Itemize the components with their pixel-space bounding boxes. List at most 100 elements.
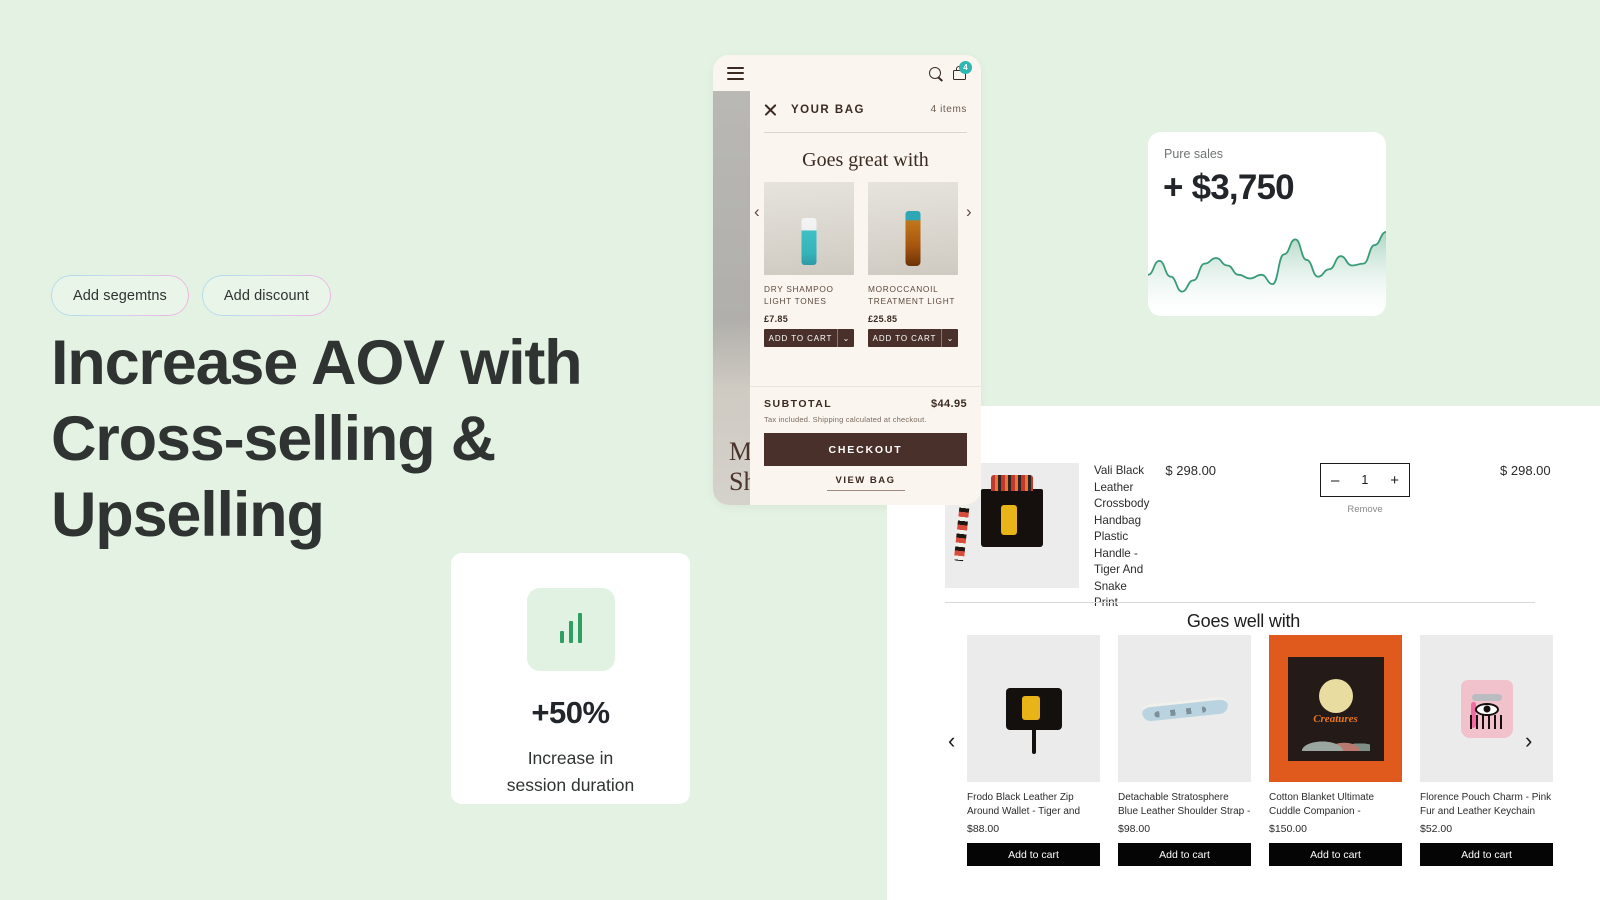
add-to-cart-button[interactable]: Add to cart [967,843,1100,866]
stat-caption-line-1: Increase in [527,748,614,768]
drawer-title: YOUR BAG [791,103,865,116]
product-price: £25.85 [868,314,898,324]
product-title: Florence Pouch Charm - Pink Fur and Leat… [1420,792,1552,817]
pouch-clasp [1471,693,1502,701]
product-title: Cotton Blanket Ultimate Cuddle Companion… [1269,792,1375,817]
product-price: $98.00 [1118,823,1151,835]
stat-caption: Increase in session duration [507,745,634,799]
page-title: Increase AOV with Cross-selling & Upsell… [51,328,583,550]
tax-note: Tax included. Shipping calculated at che… [764,415,927,424]
pure-sales-card: Pure sales + $3,750 [1148,132,1386,316]
moon-graphic [1318,678,1353,713]
subtotal-label: SUBTOTAL [764,398,833,410]
mobile-recommend-card[interactable]: DRY SHAMPOO LIGHT TONES £7.85 ADD TO CAR… [764,182,854,347]
desktop-cart-panel: Vali Black Leather Crossbody Handbag Pla… [887,406,1600,900]
product-image: Creatures [1269,635,1402,782]
quantity-stepper[interactable]: – 1 + [1320,463,1411,497]
cart-count-badge: 4 [959,61,972,74]
moroccanoil-bottle [905,211,921,266]
drawer-footer: SUBTOTAL $44.95 Tax included. Shipping c… [750,386,981,505]
cart-item-unit-price: $ 298.00 [1165,463,1217,478]
mobile-cart-mockup: 4 M Sh YOUR BAG 4 items Goes great with … [713,55,981,505]
search-icon[interactable] [929,66,942,80]
desktop-carousel-prev[interactable]: ‹ [948,730,955,752]
handbag-strap [953,498,971,562]
product-card[interactable]: Creatures Cotton Blanket Ultimate Cuddle… [1269,635,1402,866]
add-to-cart-button[interactable]: Add to cart [1118,843,1251,866]
add-segments-pill[interactable]: Add segemtns [51,275,189,316]
product-card[interactable]: Frodo Black Leather Zip Around Wallet - … [967,635,1100,866]
add-to-cart-button[interactable]: Add to cart [1269,843,1402,866]
pure-sales-area-chart [1148,231,1386,316]
cart-item-title: Vali Black Leather Crossbody Handbag Pla… [1094,464,1150,609]
quantity-increment-button[interactable]: + [1390,473,1399,488]
product-price: $52.00 [1420,823,1453,835]
mobile-carousel-prev[interactable]: ‹ [754,203,760,220]
product-price: £7.85 [764,314,789,324]
subtotal-row: SUBTOTAL $44.95 [764,398,967,410]
product-price: $88.00 [967,823,1000,835]
dry-shampoo-bottle [801,218,817,265]
add-discount-pill-label: Add discount [223,287,309,304]
view-bag-underline [826,490,905,491]
close-icon[interactable] [764,103,777,116]
stat-caption-line-2: session duration [506,775,635,795]
mobile-topbar: 4 [713,55,981,91]
add-segments-pill-label: Add segemtns [73,287,167,304]
cart-item-line-total: $ 298.00 [1500,463,1551,478]
section-divider [945,602,1535,603]
quantity-decrement-button[interactable]: – [1331,473,1339,488]
bar-chart-bar-2 [568,621,573,643]
product-image [967,635,1100,782]
add-to-cart-button[interactable]: ADD TO CART ⌄ [764,329,854,347]
drawer-header: YOUR BAG 4 items [750,91,981,126]
pure-sales-label: Pure sales [1164,147,1224,161]
remove-item-link[interactable]: Remove [1347,504,1382,515]
add-to-cart-button[interactable]: Add to cart [1420,843,1553,866]
handbag-body [981,475,1043,547]
product-title: Detachable Stratosphere Blue Leather Sho… [1118,792,1251,817]
add-discount-pill[interactable]: Add discount [201,275,331,316]
wallet-art [1005,687,1062,730]
product-title: Frodo Black Leather Zip Around Wallet - … [967,792,1081,817]
mobile-cart-drawer: YOUR BAG 4 items Goes great with DRY SHA… [750,91,981,505]
mobile-recommend-heading: Goes great with [802,149,929,171]
blanket-art: Creatures [1287,656,1384,761]
product-card[interactable]: Detachable Stratosphere Blue Leather Sho… [1118,635,1251,866]
checkout-button[interactable]: CHECKOUT [764,433,967,466]
mobile-topbar-actions: 4 [929,61,972,80]
stat-value: +50% [531,695,610,730]
cart-line-item: Vali Black Leather Crossbody Handbag Pla… [945,463,1551,612]
add-to-cart-label: ADD TO CART [768,333,833,343]
mobile-carousel-next[interactable]: › [966,203,972,220]
product-image [1420,635,1553,782]
shopping-bag-icon[interactable]: 4 [953,61,972,80]
drawer-item-count: 4 items [930,104,967,115]
chevron-down-icon[interactable]: ⌄ [837,329,854,347]
forest-graphic [1301,728,1370,751]
quantity-value[interactable]: 1 [1361,473,1368,487]
hamburger-icon[interactable] [727,66,744,80]
bar-chart-bar-1 [559,631,564,643]
product-card[interactable]: Florence Pouch Charm - Pink Fur and Leat… [1420,635,1553,866]
bar-chart-icon [526,588,615,671]
product-name: MOROCCANOIL TREATMENT LIGHT [868,284,956,306]
mobile-recommend-carousel: DRY SHAMPOO LIGHT TONES £7.85 ADD TO CAR… [750,182,981,347]
mobile-recommend-card[interactable]: MOROCCANOIL TREATMENT LIGHT £25.85 ADD T… [868,182,958,347]
add-to-cart-button[interactable]: ADD TO CART ⌄ [868,329,958,347]
desktop-recommend-heading: Goes well with [1186,611,1301,631]
add-to-cart-label: ADD TO CART [872,333,937,343]
product-name: DRY SHAMPOO LIGHT TONES [764,284,834,306]
blanket-text: Creatures [1313,712,1358,725]
desktop-carousel-next[interactable]: › [1525,730,1532,752]
lashes-graphic [1469,714,1504,729]
view-bag-link[interactable]: VIEW BAG [764,475,967,486]
poster-canvas: Add segemtns Add discount Increase AOV w… [0,0,1600,900]
product-price: $150.00 [1269,823,1307,835]
stat-card: +50% Increase in session duration [451,553,690,804]
chevron-down-icon[interactable]: ⌄ [941,329,958,347]
quantity-control: – 1 + Remove [1320,463,1411,515]
pure-sales-value: + $3,750 [1163,168,1295,207]
drawer-divider [764,132,967,133]
product-image [1118,635,1251,782]
